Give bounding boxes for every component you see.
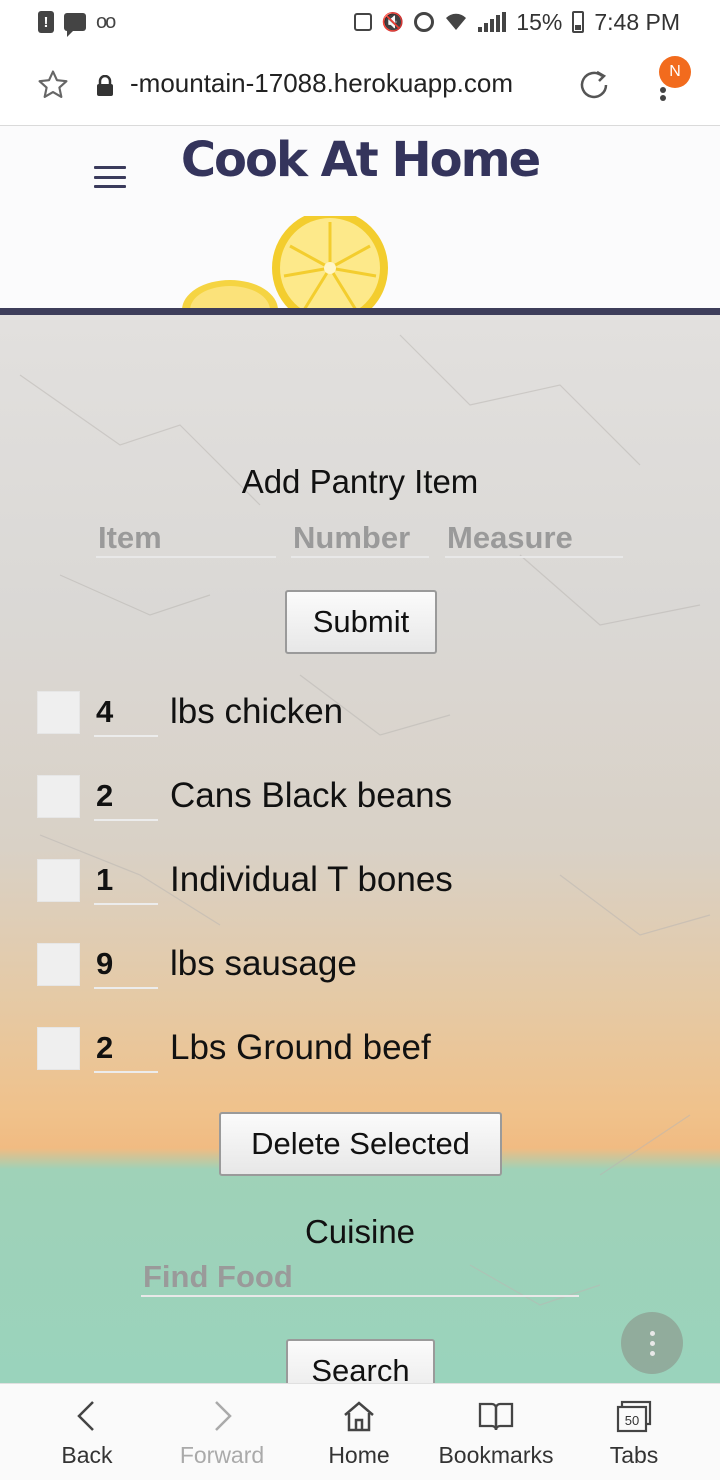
bookmarks-label: Bookmarks <box>438 1442 554 1468</box>
pantry-row: 1 Individual T bones <box>0 859 720 919</box>
header-divider <box>0 308 720 315</box>
bookmark-star-icon[interactable] <box>36 68 70 102</box>
bookmarks-button[interactable]: Bookmarks <box>436 1384 556 1480</box>
alarm-icon <box>414 12 435 32</box>
row-count-field[interactable]: 2 <box>94 775 158 821</box>
forward-label: Forward <box>179 1442 265 1468</box>
chevron-right-icon <box>215 1401 232 1431</box>
row-checkbox[interactable] <box>37 775 80 818</box>
pantry-row: 2 Lbs Ground beef <box>0 1027 720 1087</box>
row-label: lbs chicken <box>170 692 344 731</box>
floating-menu-button[interactable] <box>621 1312 683 1374</box>
forward-button[interactable]: Forward <box>172 1384 272 1480</box>
more-options-icon[interactable] <box>656 74 670 114</box>
cuisine-title: Cuisine <box>304 1213 416 1250</box>
back-button[interactable]: Back <box>52 1384 122 1480</box>
row-checkbox[interactable] <box>37 943 80 986</box>
chevron-left-icon <box>77 1401 94 1431</box>
add-pantry-title: Add Pantry Item <box>241 463 479 500</box>
bookmarks-book-icon <box>478 1402 514 1431</box>
item-input[interactable] <box>96 520 276 558</box>
status-right-icons: 🔇 15% 7:48 PM <box>353 8 680 36</box>
lemon-image <box>182 216 388 310</box>
status-bar: ! oo 🔇 15% 7:48 PM <box>0 0 720 44</box>
back-label: Back <box>61 1442 113 1468</box>
lock-icon <box>97 75 113 96</box>
battery-icon <box>572 11 585 33</box>
browser-bottom-nav: Back Forward Home Bookmarks 50 Tabs <box>0 1383 720 1480</box>
row-label: Cans Black beans <box>170 776 453 815</box>
row-checkbox[interactable] <box>37 691 80 734</box>
site-title: Cook At Home <box>180 132 541 188</box>
tabs-icon: 50 <box>616 1400 652 1433</box>
delete-selected-button[interactable]: Delete Selected <box>219 1112 502 1176</box>
row-label: Individual T bones <box>170 860 453 899</box>
mute-icon: 🔇 <box>381 11 405 32</box>
submit-button[interactable]: Submit <box>285 590 437 654</box>
row-checkbox[interactable] <box>37 1027 80 1070</box>
voicemail-icon: oo <box>96 10 116 33</box>
site-header: Cook At Home <box>0 126 720 310</box>
pantry-row: 9 lbs sausage <box>0 943 720 1003</box>
main-content: Add Pantry Item Submit 4 lbs chicken 2 C… <box>0 315 720 1383</box>
home-icon <box>344 1401 374 1432</box>
pantry-row: 4 lbs chicken <box>0 691 720 751</box>
home-label: Home <box>328 1442 390 1468</box>
row-label: lbs sausage <box>170 944 357 983</box>
tabs-label: Tabs <box>609 1442 659 1468</box>
status-left-icons: ! oo <box>38 10 116 37</box>
search-button[interactable]: Search <box>286 1339 435 1383</box>
row-count-field[interactable]: 2 <box>94 1027 158 1073</box>
url-field[interactable]: -mountain-17088.herokuapp.com <box>130 68 513 99</box>
row-count-field[interactable]: 9 <box>94 943 158 989</box>
clock-time: 7:48 PM <box>594 8 680 35</box>
home-button[interactable]: Home <box>320 1384 398 1480</box>
measure-input[interactable] <box>445 520 623 558</box>
pantry-row: 2 Cans Black beans <box>0 775 720 835</box>
battery-percent: 15% <box>516 8 563 35</box>
message-icon <box>64 13 86 37</box>
row-label: Lbs Ground beef <box>170 1028 431 1067</box>
row-count-field[interactable]: 1 <box>94 859 158 905</box>
row-checkbox[interactable] <box>37 859 80 902</box>
tabs-count: 50 <box>625 1413 639 1428</box>
browser-url-bar: -mountain-17088.herokuapp.com N <box>0 44 720 126</box>
find-food-input[interactable] <box>141 1259 579 1297</box>
reload-icon[interactable] <box>577 68 611 102</box>
tabs-button[interactable]: 50 Tabs <box>598 1384 670 1480</box>
signal-icon <box>478 12 507 32</box>
row-count-field[interactable]: 4 <box>94 691 158 737</box>
sync-icon <box>353 13 372 31</box>
wifi-icon <box>444 12 468 32</box>
alert-icon: ! <box>38 11 54 33</box>
number-input[interactable] <box>291 520 429 558</box>
